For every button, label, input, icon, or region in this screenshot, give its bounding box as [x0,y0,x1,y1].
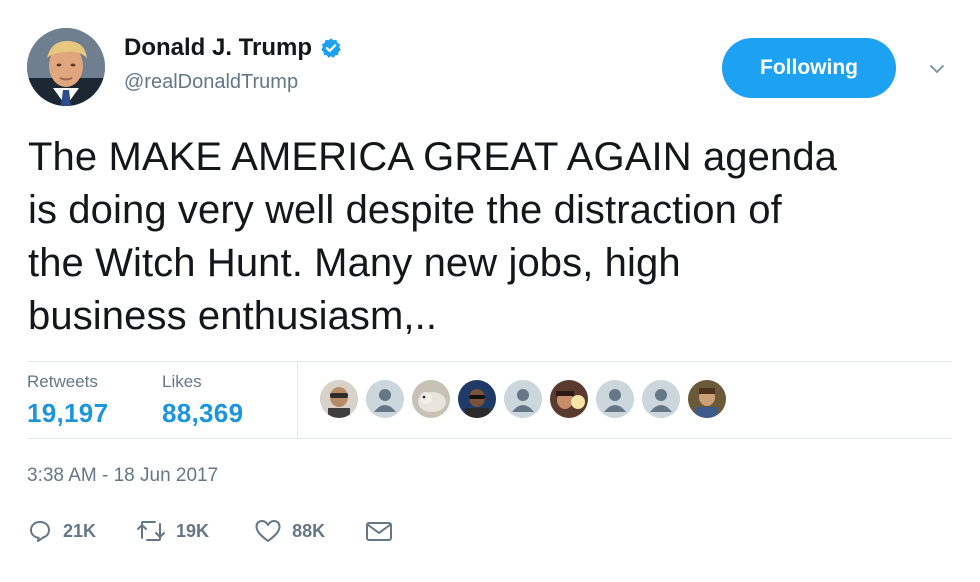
likes-stat[interactable]: Likes 88,369 [162,372,243,428]
like-button[interactable]: 88K [254,518,325,544]
following-button[interactable]: Following [722,38,896,98]
stats-divider-top [27,361,951,362]
verified-badge-icon [320,37,342,59]
author-name-row[interactable]: Donald J. Trump [124,33,342,63]
like-count: 88K [292,520,326,541]
liker-avatar[interactable] [320,380,358,418]
liker-avatar[interactable] [504,380,542,418]
reply-button[interactable]: 21K [27,518,96,544]
liker-avatar[interactable] [688,380,726,418]
stats-divider-bottom [27,438,951,439]
chevron-down-icon[interactable] [926,58,948,80]
retweets-label: Retweets [27,372,98,391]
direct-message-button[interactable] [365,519,393,543]
reply-icon [27,518,53,544]
retweet-button[interactable]: 19K [136,518,209,544]
retweets-count[interactable]: 19,197 [27,398,108,428]
tweet-text: The MAKE AMERICA GREAT AGAIN agenda is d… [28,135,838,338]
tweet-timestamp[interactable]: 3:38 AM - 18 Jun 2017 [27,465,218,487]
liker-avatar[interactable] [550,380,588,418]
likes-label: Likes [162,372,202,391]
likers-avatars [320,380,726,418]
author-display-name[interactable]: Donald J. Trump [124,36,312,60]
envelope-icon [365,519,393,543]
likes-count[interactable]: 88,369 [162,398,243,428]
reply-count: 21K [63,520,97,541]
author-avatar[interactable] [27,28,105,106]
tweet-card: Donald J. Trump @realDonaldTrump Followi… [0,0,980,582]
liker-avatar[interactable] [458,380,496,418]
author-handle[interactable]: @realDonaldTrump [124,72,298,92]
liker-avatar[interactable] [596,380,634,418]
retweet-count: 19K [176,520,210,541]
heart-icon [254,518,282,544]
stats-vertical-divider [297,362,298,438]
retweet-icon [136,518,166,544]
liker-avatar[interactable] [366,380,404,418]
liker-avatar[interactable] [412,380,450,418]
tweet-actions: 21K 19K 88K [27,514,393,548]
liker-avatar[interactable] [642,380,680,418]
retweets-stat[interactable]: Retweets 19,197 [27,372,108,428]
